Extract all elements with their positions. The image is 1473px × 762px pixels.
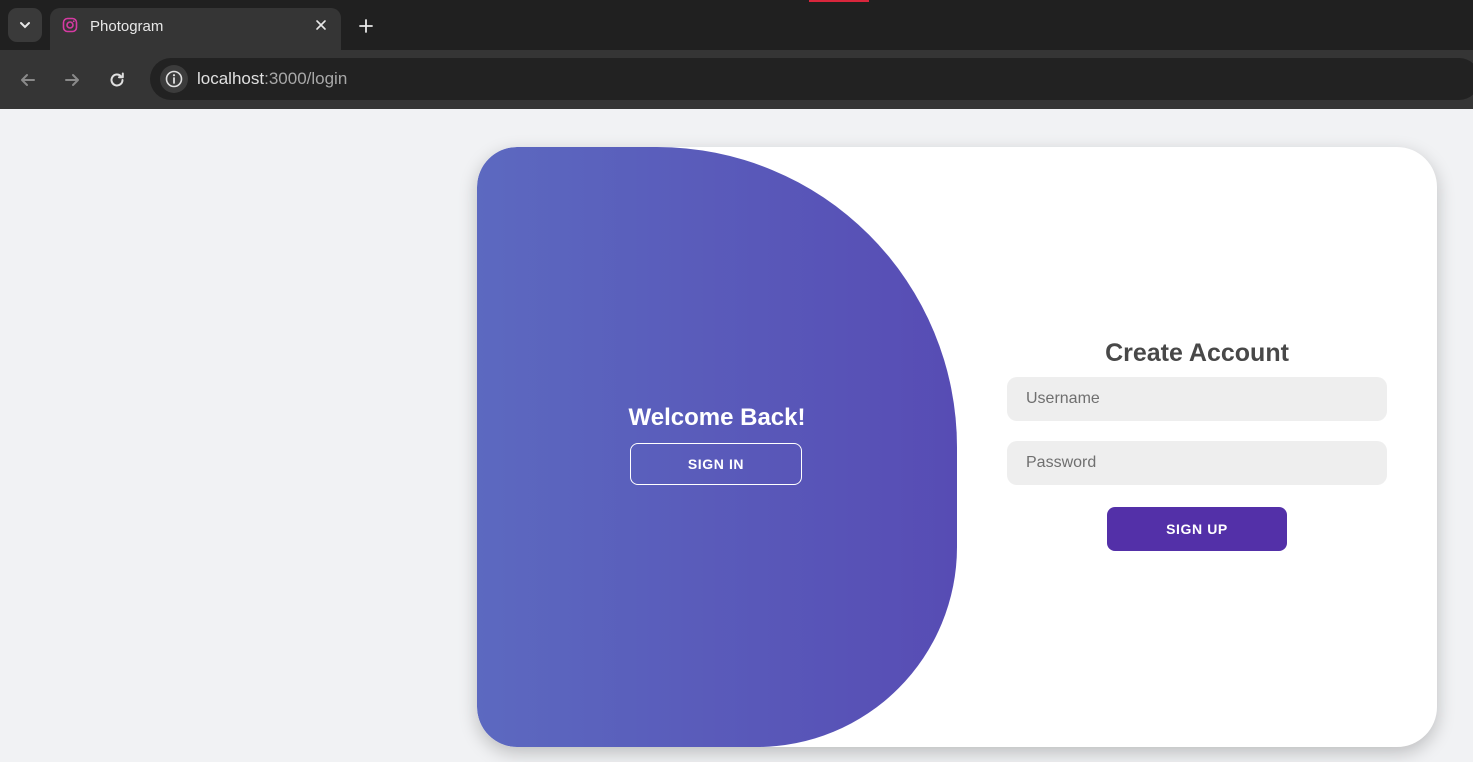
arrow-right-icon [65,74,79,86]
new-tab-button[interactable] [353,13,379,39]
back-button[interactable] [14,66,42,94]
browser-tab[interactable]: Photogram [50,8,341,50]
username-input[interactable] [1007,377,1387,421]
tab-search-button[interactable] [8,8,42,42]
url-host: localhost [197,69,265,88]
chevron-down-icon [20,22,30,29]
form-title: Create Account [1105,339,1289,367]
url-text: localhost:3000/login [197,69,347,89]
reload-button[interactable] [103,66,131,94]
sign-up-button[interactable]: SIGN UP [1107,507,1287,551]
instagram-icon [62,17,78,33]
info-icon [165,70,183,88]
url-path: :3000/login [264,69,348,88]
signup-form: Create Account SIGN UP [1007,147,1387,747]
welcome-heading: Welcome Back! [628,404,806,431]
password-input[interactable] [1007,441,1387,485]
sign-in-button[interactable]: SIGN IN [630,443,802,485]
address-bar[interactable]: localhost:3000/login [150,58,1473,100]
reload-icon [110,72,124,87]
auth-card: Welcome Back! SIGN IN Create Account SIG… [477,147,1437,747]
site-info-button[interactable] [160,65,188,93]
recording-indicator [809,0,869,2]
tab-title: Photogram [90,18,164,35]
close-icon [316,20,326,30]
browser-toolbar: localhost:3000/login [0,50,1473,109]
arrow-left-icon [21,74,35,86]
plus-icon [359,19,373,33]
welcome-panel: Welcome Back! SIGN IN [477,147,957,747]
forward-button[interactable] [58,66,86,94]
tab-strip: Photogram [0,0,1473,50]
tab-close-button[interactable] [313,17,329,33]
